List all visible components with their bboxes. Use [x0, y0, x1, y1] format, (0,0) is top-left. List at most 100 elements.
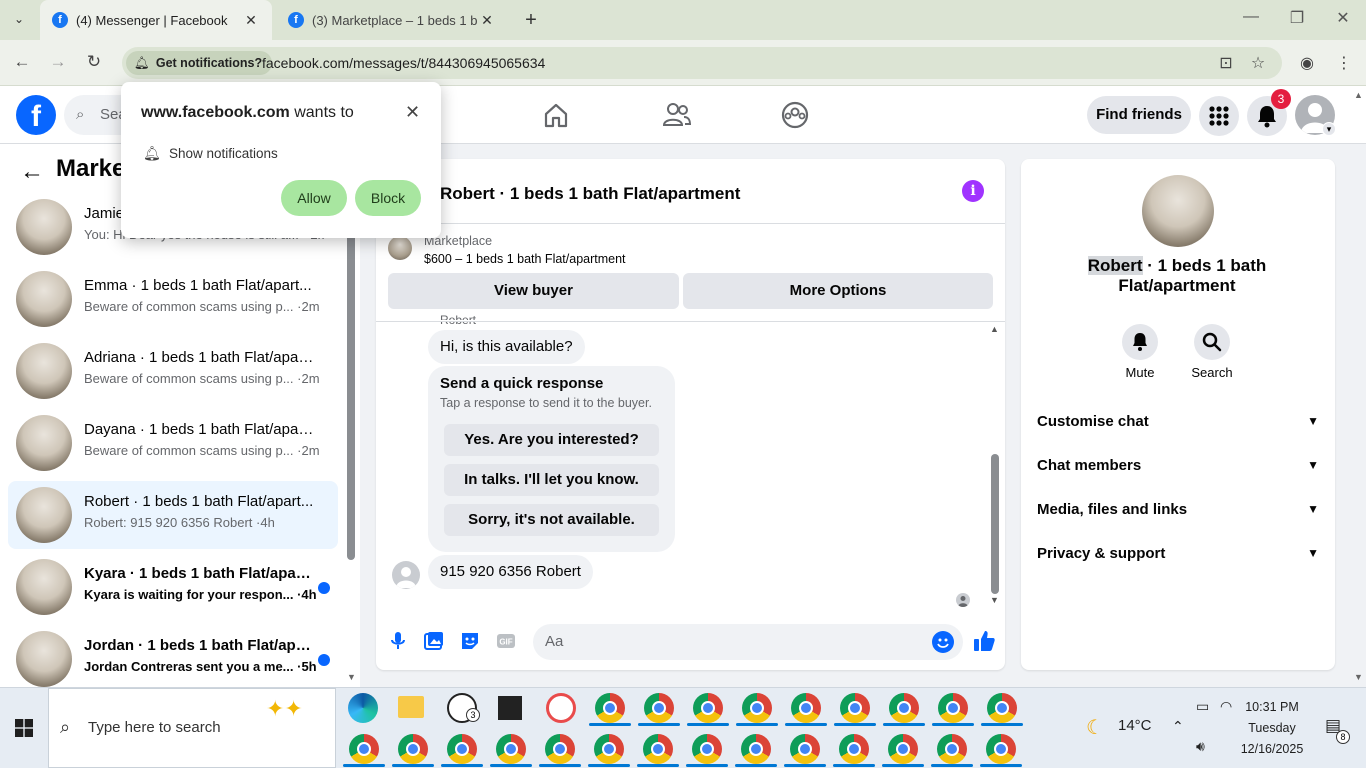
- chrome-browser-icon[interactable]: [888, 734, 918, 764]
- scroll-down-arrow-icon[interactable]: ▼: [347, 672, 356, 682]
- search-conversation-button[interactable]: [1194, 324, 1230, 360]
- section-privacy-support[interactable]: Privacy & support ▼: [1037, 541, 1319, 565]
- chat-scrollbar-thumb[interactable]: [991, 454, 999, 594]
- close-icon[interactable]: ✕: [405, 102, 420, 123]
- chrome-browser-icon[interactable]: [398, 734, 428, 764]
- menu-grid-button[interactable]: [1199, 96, 1239, 136]
- browser-menu-icon[interactable]: ⋮: [1334, 53, 1354, 73]
- battery-icon[interactable]: ▭: [1196, 698, 1209, 715]
- chrome-browser-icon[interactable]: [889, 693, 919, 723]
- section-customise-chat[interactable]: Customise chat ▼: [1037, 409, 1319, 433]
- edge-browser-icon[interactable]: [348, 693, 378, 723]
- scroll-up-arrow-icon[interactable]: ▲: [990, 324, 999, 334]
- url-text[interactable]: facebook.com/messages/t/844306945065634: [262, 55, 545, 71]
- volume-icon[interactable]: 🔊︎: [1196, 738, 1205, 755]
- account-chevron-icon[interactable]: ▾: [1322, 122, 1336, 136]
- conversation-adriana[interactable]: Adriana · 1 beds 1 bath Flat/apar... Bew…: [8, 337, 338, 405]
- gif-icon[interactable]: GIF: [495, 630, 517, 652]
- chrome-browser-icon[interactable]: [938, 693, 968, 723]
- block-button[interactable]: Block: [355, 180, 421, 216]
- chrome-browser-icon[interactable]: [693, 693, 723, 723]
- like-thumbs-up-icon[interactable]: [972, 629, 996, 653]
- quick-response-not-available[interactable]: Sorry, it's not available.: [444, 504, 659, 536]
- conversation-robert[interactable]: Robert · 1 beds 1 bath Flat/apart... Rob…: [8, 481, 338, 549]
- tab-messenger[interactable]: f (4) Messenger | Facebook ✕: [40, 0, 272, 40]
- new-tab-icon[interactable]: +: [520, 9, 542, 32]
- conversation-kyara[interactable]: Kyara · 1 beds 1 bath Flat/apart... Kyar…: [8, 553, 338, 621]
- more-options-button[interactable]: More Options: [683, 273, 993, 309]
- chrome-browser-icon[interactable]: [595, 693, 625, 723]
- tab-search-chevron-icon[interactable]: ⌄: [8, 12, 30, 30]
- scroll-down-arrow-icon[interactable]: ▼: [990, 595, 999, 605]
- profile-icon[interactable]: ◉: [1297, 53, 1317, 73]
- tab-marketplace[interactable]: f (3) Marketplace – 1 beds 1 bath ✕: [276, 0, 508, 40]
- chrome-browser-icon[interactable]: [643, 734, 673, 764]
- chrome-browser-icon[interactable]: [644, 693, 674, 723]
- view-buyer-button[interactable]: View buyer: [388, 273, 679, 309]
- snipping-tool-icon[interactable]: [546, 693, 576, 723]
- listing-title[interactable]: $600 – 1 beds 1 bath Flat/apartment: [424, 252, 626, 266]
- minimize-icon[interactable]: —: [1236, 8, 1266, 32]
- find-friends-button[interactable]: Find friends: [1087, 96, 1191, 134]
- chrome-browser-icon[interactable]: [594, 734, 624, 764]
- chrome-browser-icon[interactable]: [937, 734, 967, 764]
- chrome-browser-icon[interactable]: [987, 693, 1017, 723]
- page-scroll-up-icon[interactable]: ▲: [1354, 90, 1363, 100]
- mute-button[interactable]: [1122, 324, 1158, 360]
- home-icon[interactable]: [536, 98, 576, 132]
- running-indicator: [834, 723, 876, 726]
- emoji-icon[interactable]: [932, 631, 954, 653]
- file-explorer-icon[interactable]: [398, 696, 424, 718]
- chrome-browser-icon[interactable]: [741, 734, 771, 764]
- tab-close-icon[interactable]: ✕: [478, 12, 496, 29]
- groups-icon[interactable]: [775, 98, 815, 132]
- bookmark-star-icon[interactable]: ☆: [1248, 53, 1268, 73]
- section-media-files-links[interactable]: Media, files and links ▼: [1037, 497, 1319, 521]
- tab-close-icon[interactable]: ✕: [242, 12, 260, 29]
- info-icon[interactable]: i: [962, 180, 984, 202]
- section-label: Privacy & support: [1037, 544, 1166, 562]
- quick-response-yes[interactable]: Yes. Are you interested?: [444, 424, 659, 456]
- photo-icon[interactable]: [423, 630, 445, 652]
- chrome-browser-icon[interactable]: [986, 734, 1016, 764]
- install-app-icon[interactable]: ⊡: [1216, 53, 1236, 73]
- forward-icon[interactable]: →: [46, 52, 70, 74]
- chrome-browser-icon[interactable]: [545, 734, 575, 764]
- conversation-emma[interactable]: Emma · 1 beds 1 bath Flat/apart... Bewar…: [8, 265, 338, 333]
- restore-icon[interactable]: ❐: [1282, 8, 1312, 32]
- taskbar-clock[interactable]: 10:31 PM Tuesday 12/16/2025: [1232, 697, 1312, 760]
- chrome-browser-icon[interactable]: [496, 734, 526, 764]
- reload-icon[interactable]: ↻: [82, 52, 106, 74]
- friends-icon[interactable]: [656, 98, 696, 132]
- back-arrow-icon[interactable]: ←: [20, 158, 44, 186]
- sticker-icon[interactable]: [459, 630, 481, 652]
- quick-response-in-talks[interactable]: In talks. I'll let you know.: [444, 464, 659, 496]
- get-notifications-chip[interactable]: 🔔︎ Get notifications?: [126, 51, 273, 75]
- section-chat-members[interactable]: Chat members ▼: [1037, 453, 1319, 477]
- show-hidden-icons-chevron-icon[interactable]: ⌃: [1172, 718, 1184, 735]
- chrome-browser-icon[interactable]: [840, 693, 870, 723]
- chrome-browser-icon[interactable]: [790, 734, 820, 764]
- facebook-logo-icon[interactable]: f: [16, 95, 56, 135]
- message-input[interactable]: Aa: [533, 624, 963, 660]
- network-icon[interactable]: ◠: [1220, 698, 1232, 715]
- windows-start-icon[interactable]: [15, 719, 33, 737]
- chrome-browser-icon[interactable]: [349, 734, 379, 764]
- back-icon[interactable]: ←: [10, 52, 34, 74]
- weather-text[interactable]: 14°C: [1118, 717, 1152, 734]
- left-scrollbar-thumb[interactable]: [347, 228, 355, 560]
- chrome-browser-icon[interactable]: [791, 693, 821, 723]
- allow-button[interactable]: Allow: [281, 180, 347, 216]
- chat-title[interactable]: Robert · 1 beds 1 bath Flat/apartment: [440, 184, 740, 204]
- chrome-browser-icon[interactable]: [839, 734, 869, 764]
- chrome-browser-icon[interactable]: [692, 734, 722, 764]
- page-scroll-down-icon[interactable]: ▼: [1354, 672, 1363, 682]
- conversation-dayana[interactable]: Dayana · 1 beds 1 bath Flat/apar... Bewa…: [8, 409, 338, 477]
- chrome-browser-icon[interactable]: [447, 734, 477, 764]
- close-window-icon[interactable]: ✕: [1328, 8, 1358, 32]
- chrome-browser-icon[interactable]: [742, 693, 772, 723]
- microphone-icon[interactable]: [387, 630, 409, 652]
- sticky-notes-icon[interactable]: [498, 696, 522, 720]
- conversation-jordan[interactable]: Jordan · 1 beds 1 bath Flat/apa... Jorda…: [8, 625, 338, 693]
- buyer-avatar[interactable]: [392, 561, 420, 589]
